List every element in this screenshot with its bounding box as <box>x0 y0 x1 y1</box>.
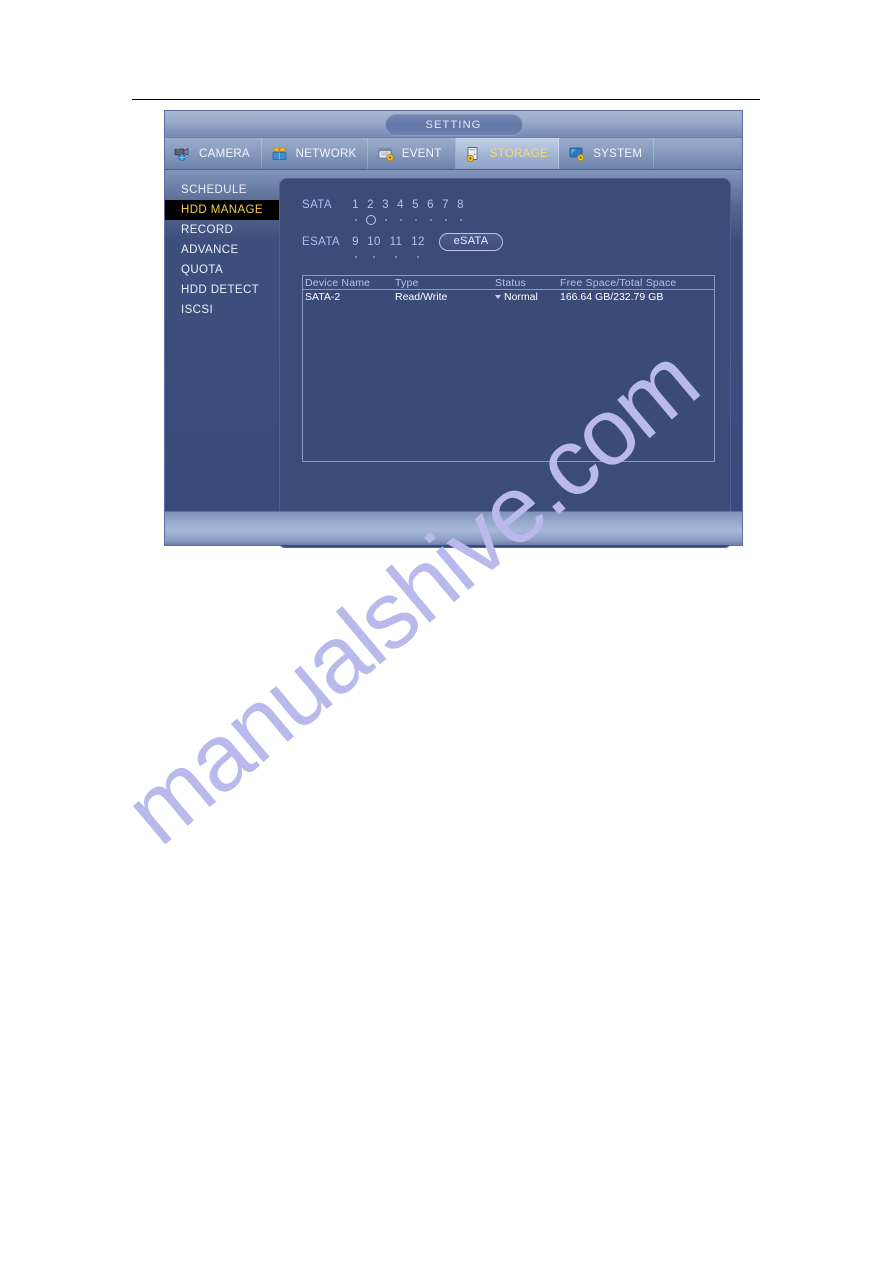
sata-status-dots <box>348 212 716 227</box>
event-icon <box>377 146 396 162</box>
esata-port-status[interactable] <box>385 255 407 258</box>
cell-status-label: Normal <box>504 291 538 303</box>
esata-port-status[interactable] <box>407 255 429 258</box>
tab-system[interactable]: SYSTEM <box>559 138 654 169</box>
sata-port-number: 6 <box>427 198 434 211</box>
sata-port-status[interactable] <box>378 218 393 221</box>
sidebar-item-record[interactable]: RECORD <box>165 220 279 240</box>
sata-port-number: 4 <box>397 198 404 211</box>
main-tabbar: CAMERA NETWORK EVENT STORAGE SYSTEM <box>165 138 742 170</box>
esata-port-number: 11 <box>389 235 403 248</box>
esata-number-list: 9 10 11 12 <box>348 236 429 248</box>
sidebar-item-hdd-detect[interactable]: HDD DETECT <box>165 280 279 300</box>
column-header-space: Free Space/Total Space <box>560 276 677 289</box>
dialog-title: SETTING <box>384 114 523 136</box>
esata-button[interactable]: eSATA <box>439 232 503 251</box>
esata-port-number: 10 <box>367 235 381 248</box>
dialog-bottom-bar <box>165 511 742 545</box>
sata-label: SATA <box>302 198 332 211</box>
hdd-table: Device Name Type Status Free Space/Total… <box>302 275 715 462</box>
setting-dialog: SETTING CAMERA NETWORK EVENT STORAGE SYS… <box>164 110 743 548</box>
storage-sidebar: SCHEDULE HDD MANAGE RECORD ADVANCE QUOTA… <box>165 170 279 548</box>
tab-network-label: NETWORK <box>295 147 357 160</box>
sata-port-number: 2 <box>367 198 374 211</box>
esata-port-status[interactable] <box>348 255 363 258</box>
tab-event-label: EVENT <box>401 147 442 160</box>
dialog-body: SCHEDULE HDD MANAGE RECORD ADVANCE QUOTA… <box>165 170 742 548</box>
sata-port-status[interactable] <box>453 218 468 221</box>
tab-storage-label: STORAGE <box>489 147 548 160</box>
sidebar-item-hdd-manage[interactable]: HDD MANAGE <box>165 200 279 220</box>
sata-number-list: 1 2 3 4 5 6 7 8 <box>348 199 468 211</box>
tab-event[interactable]: EVENT <box>368 138 456 169</box>
esata-port-status[interactable] <box>363 255 385 258</box>
sidebar-item-iscsi[interactable]: ISCSI <box>165 300 279 320</box>
dialog-titlebar: SETTING <box>165 111 742 138</box>
page-header-rule <box>132 99 760 100</box>
tabbar-filler <box>654 138 742 169</box>
sidebar-item-schedule[interactable]: SCHEDULE <box>165 180 279 200</box>
sata-port-row: SATA 1 2 3 4 5 6 7 8 <box>302 197 716 212</box>
esata-status-dots <box>348 249 716 264</box>
chevron-down-icon[interactable] <box>495 295 501 299</box>
sata-port-number: 7 <box>442 198 449 211</box>
cell-device-name: SATA-2 <box>305 291 341 303</box>
cell-free-total-space: 166.64 GB/232.79 GB <box>560 291 664 303</box>
tab-camera-label: CAMERA <box>199 147 251 160</box>
sata-port-number: 8 <box>457 198 464 211</box>
sata-port-status-active[interactable] <box>363 214 378 225</box>
table-row[interactable]: SATA-2 Read/Write Normal 166.64 GB/232.7… <box>303 290 714 304</box>
esata-label: ESATA <box>302 235 340 248</box>
sata-port-status[interactable] <box>423 218 438 221</box>
sata-port-status[interactable] <box>348 218 363 221</box>
hdd-table-header: Device Name Type Status Free Space/Total… <box>303 276 714 290</box>
sata-port-status[interactable] <box>393 218 408 221</box>
sata-port-number: 3 <box>382 198 389 211</box>
tab-network[interactable]: NETWORK <box>262 138 368 169</box>
sidebar-item-advance[interactable]: ADVANCE <box>165 240 279 260</box>
cell-status[interactable]: Normal <box>495 291 560 303</box>
esata-port-number: 9 <box>352 235 359 248</box>
hdd-manage-panel: SATA 1 2 3 4 5 6 7 8 ESATA 9 10 11 12 eS… <box>279 178 731 548</box>
camera-icon <box>174 146 193 162</box>
esata-port-number: 12 <box>411 235 425 248</box>
esata-port-row: ESATA 9 10 11 12 eSATA <box>302 232 716 251</box>
sata-port-status[interactable] <box>438 218 453 221</box>
tab-system-label: SYSTEM <box>593 147 643 160</box>
cell-type: Read/Write <box>395 291 448 303</box>
sata-port-status[interactable] <box>408 218 423 221</box>
tab-camera[interactable]: CAMERA <box>165 138 262 169</box>
column-header-type: Type <box>395 276 419 289</box>
sata-port-number: 1 <box>352 198 359 211</box>
network-icon <box>271 146 290 162</box>
column-header-device-name: Device Name <box>305 276 371 289</box>
system-icon <box>568 146 587 162</box>
column-header-status: Status <box>495 276 526 289</box>
sidebar-item-quota[interactable]: QUOTA <box>165 260 279 280</box>
sata-port-number: 5 <box>412 198 419 211</box>
tab-storage[interactable]: STORAGE <box>455 138 560 169</box>
watermark: manualshive.com <box>106 328 880 980</box>
storage-icon <box>465 146 484 162</box>
